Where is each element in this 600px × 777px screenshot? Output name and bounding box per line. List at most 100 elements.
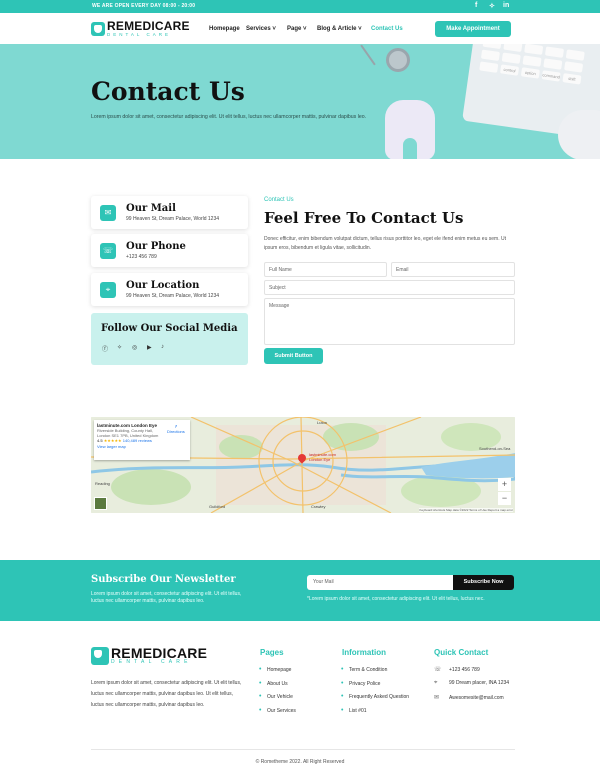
logo[interactable]: REMEDICARE DENTAL CARE [91,19,190,37]
hero-description: Lorem ipsum dolor sit amet, consectetur … [91,114,367,120]
map-place-address: Riverside Building, County Hall, London … [97,428,159,438]
newsletter-note: *Lorem ipsum dolor sit amet, consectetur… [307,596,485,602]
footer-divider [91,749,515,750]
map-place-crawley: Crawley [311,504,326,509]
location-map[interactable]: Reading Luton Southend-on-Sea Guildford … [91,417,515,513]
footer-contact-title: Quick Contact [434,648,489,657]
tooth-logo-icon [91,647,109,665]
hero-banner: control option command shift Contact Us … [0,44,600,159]
nav-contact-us[interactable]: Contact Us [371,26,403,32]
footer-phone-text: +123 456 789 [449,667,480,673]
youtube-icon[interactable]: ▶ [147,344,152,351]
map-icon: ⌖ [434,680,438,686]
footer-address-text: 99 Dream placer, INA 1234 [449,680,510,686]
instagram-icon[interactable]: ◎ [132,344,137,351]
directions-label: Directions [167,429,185,434]
message-textarea[interactable]: Message [264,298,515,345]
newsletter-text: Lorem ipsum dolor sit amet, consectetur … [91,591,242,604]
map-place-guildford: Guildford [209,504,226,509]
main-nav: REMEDICARE DENTAL CARE Homepage Services… [0,13,600,44]
nav-services[interactable]: Services ˅ [246,26,276,32]
subject-input[interactable]: Subject [264,280,515,295]
mail-icon: ✉ [100,205,116,221]
mail-card-value: 99 Heaven St, Dream Palace, World 1234 [126,216,220,222]
make-appointment-button[interactable]: Make Appointment [435,21,511,37]
opening-hours: WE ARE OPEN EVERY DAY 08:00 - 20:00 [92,3,196,9]
facebook-icon[interactable]: f [475,2,477,9]
form-heading: Feel Free To Contact Us [264,209,464,227]
footer-link-homepage[interactable]: Homepage [259,666,292,673]
map-footer-links[interactable]: Keyboard shortcuts Map data ©2022 Terms … [419,508,513,512]
nav-homepage[interactable]: Homepage [209,26,240,32]
zoom-in-button[interactable]: + [498,478,511,491]
social-title: Follow Our Social Media [101,323,238,334]
footer-link-about-us[interactable]: About Us [259,680,287,687]
map-place-card: lastminute.com London Eye Riverside Buil… [94,420,190,460]
footer-contact-email: ✉ Awesomesite@mail.com [434,694,504,701]
tooth-logo-icon [91,22,105,36]
key-shift: shift [562,73,582,85]
key-command: command [541,70,561,82]
subscribe-button[interactable]: Subscribe Now [453,575,514,590]
zoom-out-button[interactable]: − [498,492,511,505]
mouse-image [558,110,600,159]
tiktok-icon[interactable]: ♪ [161,344,164,350]
tooth-model-image [385,100,435,159]
map-icon: ⌖ [100,282,116,298]
view-larger-map-link[interactable]: View larger map [97,444,187,449]
footer-information-title: Information [342,648,386,657]
twitter-icon[interactable]: ✧ [117,344,122,351]
submit-button[interactable]: Submit Button [264,348,323,364]
satellite-toggle[interactable] [94,497,107,510]
top-bar: WE ARE OPEN EVERY DAY 08:00 - 20:00 f ✧ … [0,0,600,13]
phone-card-value: +123 456 789 [126,254,157,260]
facebook-icon[interactable]: ⓕ [102,344,108,353]
map-place-reading: Reading [95,481,110,486]
email-input[interactable]: Email [391,262,515,277]
newsletter-email-input[interactable]: Your Mail [307,575,453,590]
footer-link-faq[interactable]: Frequently Asked Question [341,693,409,700]
location-card-value: 99 Heaven St, Dream Palace, World 1234 [126,293,220,299]
mail-card-title: Our Mail [126,203,176,214]
location-card-title: Our Location [126,280,200,291]
dental-probe-image [360,44,376,66]
mail-card: ✉ Our Mail 99 Heaven St, Dream Palace, W… [91,196,248,229]
location-card: ⌖ Our Location 99 Heaven St, Dream Palac… [91,273,248,306]
phone-icon: ☏ [434,667,442,673]
map-place-luton: Luton [317,420,328,425]
footer-link-privacy[interactable]: Privacy Police [341,680,381,687]
page-title: Contact Us [91,77,245,106]
linkedin-icon[interactable]: in [503,2,509,9]
footer-email-text: Awesomesite@mail.com [449,695,504,701]
phone-card: ☏ Our Phone +123 456 789 [91,234,248,267]
form-description: Donec efficitur, enim bibendum volutpat … [264,236,506,251]
copyright: © Rometheme 2022. All Right Reserved [255,759,345,765]
map-reviews-link[interactable]: 140,489 reviews [123,438,152,443]
social-media-box: Follow Our Social Media ⓕ ✧ ◎ ▶ ♪ [91,313,248,365]
key-control: control [500,64,520,76]
phone-icon: ☏ [100,243,116,259]
footer-link-our-services[interactable]: Our Services [259,707,296,714]
twitter-icon[interactable]: ✧ [489,2,495,10]
nav-page[interactable]: Page ˅ [287,26,307,32]
newsletter-title: Subscribe Our Newsletter [91,574,236,585]
nav-blog-article[interactable]: Blog & Article ˅ [317,26,362,32]
footer-logo[interactable]: REMEDICARE DENTAL CARE [91,646,207,665]
map-pin-label: lastminute.com London Eye [309,452,336,462]
footer-contact-phone: ☏ +123 456 789 [434,666,480,673]
key-option: option [520,67,540,79]
footer-link-list-01[interactable]: List #01 [341,707,366,714]
map-rating: 4.5 [97,438,103,443]
footer-link-our-vehicle[interactable]: Our Vehicle [259,693,293,700]
brand-name: REMEDICARE [107,19,190,33]
full-name-input[interactable]: Full Name [264,262,387,277]
footer-link-terms[interactable]: Term & Condition [341,666,387,673]
footer-pages-title: Pages [260,648,284,657]
dental-mirror-image [386,48,410,72]
map-rating-stars: ★★★★★ [103,438,122,443]
footer-about: Lorem ipsum dolor sit amet, consectetur … [91,680,242,708]
newsletter-section: Subscribe Our Newsletter Lorem ipsum dol… [0,560,600,621]
directions-link[interactable]: ↱ Directions [167,424,185,434]
footer-contact-address: ⌖ 99 Dream placer, INA 1234 [434,680,509,687]
map-place-southend: Southend-on-Sea [479,446,511,451]
